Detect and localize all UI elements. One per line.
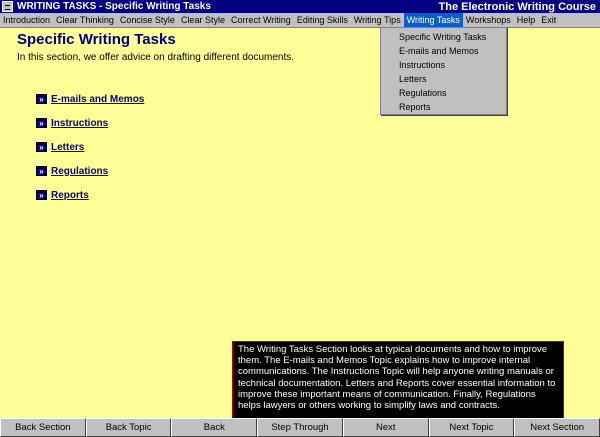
double-arrow-icon: » xyxy=(36,190,47,200)
double-arrow-icon: » xyxy=(36,142,47,152)
dropdown-item-instructions[interactable]: Instructions xyxy=(381,58,506,72)
page-title: Specific Writing Tasks xyxy=(17,31,176,48)
topic-link-emails-memos[interactable]: » E-mails and Memos xyxy=(36,87,144,111)
double-arrow-icon: » xyxy=(36,166,47,176)
double-arrow-icon: » xyxy=(36,118,47,128)
intro-text: In this section, we offer advice on draf… xyxy=(17,52,295,63)
dropdown-item-letters[interactable]: Letters xyxy=(381,72,506,86)
writing-tasks-dropdown: Specific Writing Tasks E-mails and Memos… xyxy=(380,27,507,115)
dropdown-item-regulations[interactable]: Regulations xyxy=(381,86,506,100)
menu-clear-style[interactable]: Clear Style xyxy=(178,13,228,28)
topic-link-letters[interactable]: » Letters xyxy=(36,135,144,159)
back-button[interactable]: Back xyxy=(171,418,258,437)
topic-label[interactable]: E-mails and Memos xyxy=(51,94,144,105)
app-menu-icon[interactable] xyxy=(2,1,13,12)
menu-exit[interactable]: Exit xyxy=(538,13,559,28)
menu-bar: Introduction Clear Thinking Concise Styl… xyxy=(0,12,600,28)
content-area: Specific Writing Tasks In this section, … xyxy=(0,28,600,435)
topic-list: » E-mails and Memos » Instructions » Let… xyxy=(36,87,144,207)
back-section-button[interactable]: Back Section xyxy=(0,418,86,437)
step-through-button[interactable]: Step Through xyxy=(257,418,343,437)
topic-label[interactable]: Reports xyxy=(51,190,89,201)
topic-link-instructions[interactable]: » Instructions xyxy=(36,111,144,135)
next-button[interactable]: Next xyxy=(342,418,429,437)
menu-writing-tasks[interactable]: Writing Tasks xyxy=(403,12,463,28)
title-bar: WRITING TASKS - Specific Writing Tasks T… xyxy=(0,0,600,13)
double-arrow-icon: » xyxy=(36,94,47,104)
back-topic-button[interactable]: Back Topic xyxy=(85,418,172,437)
dropdown-item-reports[interactable]: Reports xyxy=(381,100,506,114)
next-section-button[interactable]: Next Section xyxy=(514,418,600,437)
topic-label[interactable]: Regulations xyxy=(51,166,108,177)
navigation-bar: Back Section Back Topic Back Step Throug… xyxy=(0,418,600,437)
dropdown-item-emails-memos[interactable]: E-mails and Memos xyxy=(381,44,506,58)
topic-link-reports[interactable]: » Reports xyxy=(36,183,144,207)
menu-clear-thinking[interactable]: Clear Thinking xyxy=(53,13,117,28)
menu-introduction[interactable]: Introduction xyxy=(0,13,53,28)
menu-editing-skills[interactable]: Editing Skills xyxy=(294,13,351,28)
menu-correct-writing[interactable]: Correct Writing xyxy=(228,13,294,28)
topic-label[interactable]: Letters xyxy=(51,142,84,153)
menu-concise-style[interactable]: Concise Style xyxy=(117,13,178,28)
window-title: WRITING TASKS - Specific Writing Tasks xyxy=(17,1,211,12)
menu-writing-tips[interactable]: Writing Tips xyxy=(351,13,404,28)
menu-workshops[interactable]: Workshops xyxy=(463,13,514,28)
menu-help[interactable]: Help xyxy=(514,13,539,28)
topic-label[interactable]: Instructions xyxy=(51,118,108,129)
course-title: The Electronic Writing Course xyxy=(438,0,597,13)
next-topic-button[interactable]: Next Topic xyxy=(428,418,515,437)
dropdown-item-specific-writing-tasks[interactable]: Specific Writing Tasks xyxy=(381,30,506,44)
topic-link-regulations[interactable]: » Regulations xyxy=(36,159,144,183)
